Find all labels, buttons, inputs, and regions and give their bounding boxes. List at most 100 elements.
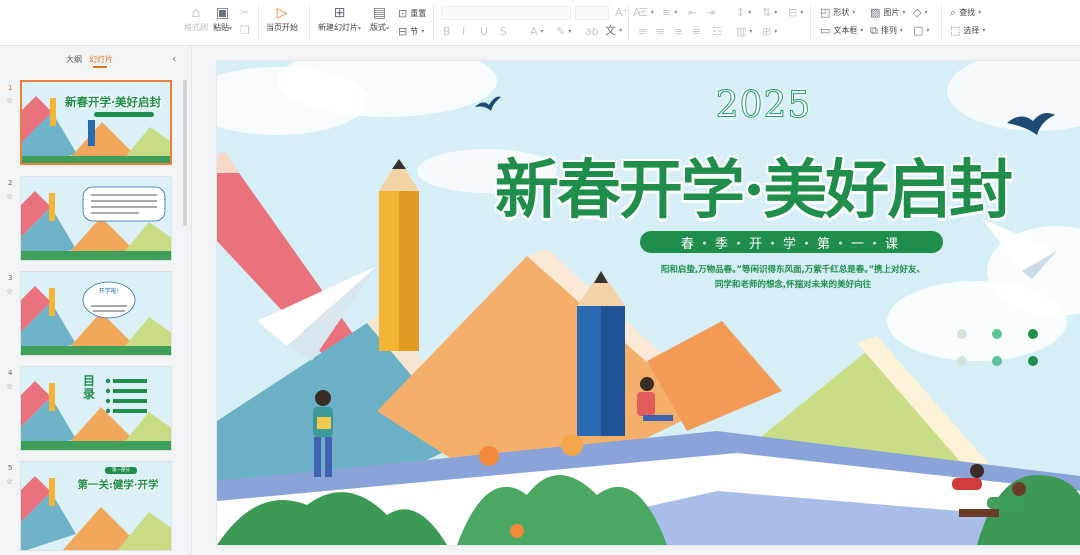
line-spacing-button[interactable]: ↕ ▾ [736, 7, 751, 18]
slide-number: 5 [8, 464, 13, 472]
indent-increase-button[interactable]: ⇥ [706, 7, 715, 18]
play-from-current-button[interactable]: ▷ 当页开始 [266, 6, 298, 33]
ribbon-divider [941, 6, 942, 40]
arrange-button[interactable]: ⧉ 排列 ▾ [870, 25, 903, 36]
new-slide-icon: ⊞ [333, 5, 346, 21]
ribbon-divider [433, 6, 434, 40]
format-painter-button[interactable]: ⌂ 格式刷 [184, 6, 208, 33]
align-text-button[interactable]: ⊟ ▾ [788, 7, 803, 18]
bold-button[interactable]: B [443, 26, 451, 37]
body-line-2: 同学和老师的想念,怀揣对未来的美好向往 [714, 280, 872, 290]
picture-button[interactable]: ▨ 图片 ▾ [870, 7, 905, 18]
distribute-icon: ☷ [712, 25, 722, 38]
justify-button[interactable]: ≡ [692, 26, 701, 37]
align-right-button[interactable]: ≡ [674, 26, 683, 37]
align-left-button[interactable]: ≡ [638, 26, 647, 37]
slide-thumbnail-5[interactable]: 第一部分 第一关:健学·开学 [20, 461, 172, 551]
brush-icon: ⌂ [191, 5, 201, 21]
increase-font-button[interactable]: A⁺ [615, 7, 628, 18]
numbered-list-button[interactable]: ≡ ▾ [662, 7, 677, 18]
shape-button[interactable]: ◰ 形状 ▾ [820, 7, 855, 18]
fill-button[interactable]: ◇ ▾ [913, 7, 927, 18]
align-left-icon: ≡ [638, 25, 648, 38]
select-button[interactable]: ⬚ 选择 ▾ [950, 25, 985, 36]
section-button[interactable]: ⊟ 节 ▾ [398, 26, 424, 37]
text-direction-button[interactable]: ⇅ ▾ [762, 7, 777, 18]
play-from-current-label: 当页开始 [266, 23, 298, 32]
thumbnail-title: 第一关:健学·开学 [77, 479, 159, 491]
indent-increase-icon: ⇥ [706, 6, 716, 19]
picture-label: 图片 [883, 8, 900, 17]
copy-button[interactable]: ❐ [240, 25, 250, 36]
format-painter-label: 格式刷 [184, 23, 208, 32]
star-icon[interactable]: ☆ [6, 287, 13, 296]
star-icon[interactable]: ☆ [6, 192, 13, 201]
text-effect-button[interactable]: 文 ▾ [605, 25, 622, 36]
align-center-button[interactable]: ≡ [656, 26, 665, 37]
tab-slides[interactable]: 幻灯片 [89, 54, 113, 65]
slide-thumbnail-4[interactable]: 目录 [20, 366, 172, 451]
textbox-button[interactable]: ▭ 文本框 ▾ [820, 25, 863, 36]
font-size-select[interactable] [575, 6, 609, 20]
shape-icon: ◰ [820, 6, 831, 19]
align-text-icon: ⊟ [788, 6, 798, 19]
thumbnail-title: 新春开学·美好启封 [64, 95, 161, 109]
text-color-icon: A [530, 25, 538, 38]
strikethrough-icon: S [500, 25, 507, 38]
slide-thumbnail-2[interactable] [20, 176, 172, 261]
panel-scrollbar[interactable] [183, 80, 187, 226]
star-icon[interactable]: ☆ [6, 382, 13, 391]
collapse-panel-icon[interactable]: ‹ [172, 52, 176, 65]
clipboard-icon: ▣ [215, 5, 230, 21]
play-icon: ▷ [276, 5, 288, 21]
indent-decrease-button[interactable]: ⇤ [688, 7, 697, 18]
underline-button[interactable]: U [480, 26, 488, 37]
font-family-select[interactable] [441, 6, 571, 20]
highlight-button[interactable]: ✎ ▾ [556, 26, 571, 37]
star-icon[interactable]: ☆ [6, 96, 13, 105]
active-tab-indicator [93, 66, 107, 68]
ribbon-divider [628, 6, 629, 40]
align-right-icon: ≡ [674, 25, 684, 38]
distribute-button[interactable]: ☷ [712, 26, 722, 37]
slide-subtitle[interactable]: 春・季・开・学・第・一・课 [640, 231, 943, 253]
arrange-icon: ⧉ [870, 24, 878, 37]
bullet-list-button[interactable]: ☰ ▾ [638, 7, 654, 18]
cut-button[interactable]: ✂ [240, 7, 249, 18]
outline-button[interactable]: ▢ ▾ [913, 25, 929, 36]
new-slide-button[interactable]: ⊞ 新建幻灯片▾ [318, 6, 361, 33]
slide-year[interactable]: 2025 [217, 85, 1080, 127]
paste-label: 粘贴 [213, 23, 229, 32]
font-grow-icon: A⁺ [615, 6, 629, 19]
reset-button[interactable]: ⊡ 重置 [398, 8, 426, 19]
line-spacing-icon: ↕ [736, 6, 746, 19]
columns-button[interactable]: ▥ ▾ [736, 26, 752, 37]
char-spacing-button[interactable]: ab [585, 26, 599, 37]
bold-icon: B [443, 25, 451, 38]
star-icon[interactable]: ☆ [6, 477, 13, 486]
slide-body-text[interactable]: 阳和启蛰,万物品春。”等闲识得东风面,万紫千红总是春。”携上对好友、 同学和老师… [613, 263, 973, 293]
paste-button[interactable]: ▣ 粘贴▾ [213, 6, 232, 33]
textbox-label: 文本框 [833, 26, 858, 35]
slide-thumbnail-1[interactable]: 新春开学·美好启封 [20, 80, 172, 165]
slide-canvas[interactable]: 2025 新春开学·美好启封 春・季・开・学・第・一・课 阳和启蛰,万物品春。”… [217, 61, 1080, 545]
tab-outline[interactable]: 大纲 [66, 54, 82, 65]
copy-icon: ❐ [240, 24, 250, 37]
strikethrough-button[interactable]: S [500, 26, 507, 37]
reset-label: 重置 [410, 9, 427, 18]
text-color-button[interactable]: A ▾ [530, 26, 544, 37]
slide-thumbnail-3[interactable]: 开学啦! [20, 271, 172, 356]
italic-button[interactable]: I [462, 26, 465, 37]
ribbon-divider [258, 6, 259, 40]
find-button[interactable]: ⌕ 查找 ▾ [950, 7, 981, 18]
indent-decrease-icon: ⇤ [688, 6, 698, 19]
slide-number: 1 [8, 84, 13, 92]
thumbnail-title: 目录 [82, 374, 95, 401]
text-effect-icon: 文 [605, 24, 616, 37]
select-icon: ⬚ [950, 24, 961, 37]
align-center-icon: ≡ [656, 25, 666, 38]
slide-title[interactable]: 新春开学·美好启封 [413, 139, 1080, 231]
smartart-button[interactable]: ⊞ ▾ [762, 26, 777, 37]
section-icon: ⊟ [398, 25, 408, 38]
layout-button[interactable]: ▤ 版式▾ [370, 6, 389, 33]
